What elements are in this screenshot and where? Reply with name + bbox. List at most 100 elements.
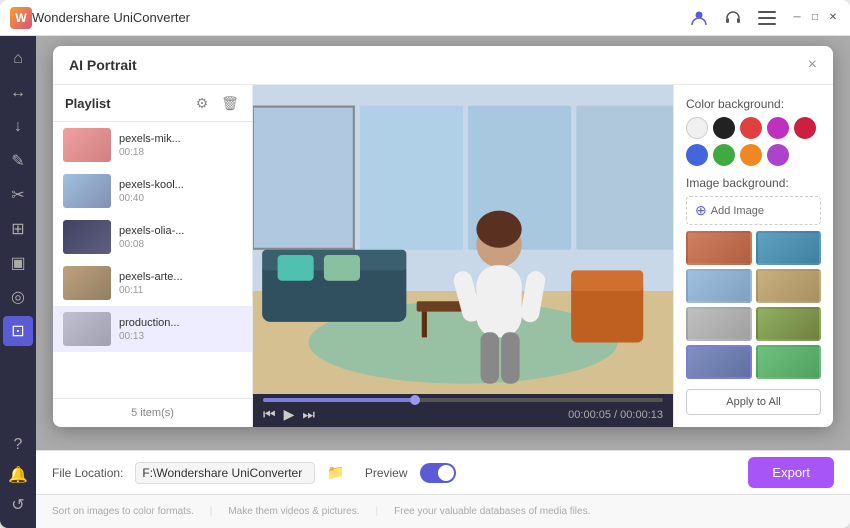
playlist-item-duration: 00:40 <box>119 193 242 204</box>
add-image-button[interactable]: ⊕ Add Image <box>686 196 821 225</box>
add-image-label: Add Image <box>711 205 764 217</box>
file-location-label: File Location: <box>52 466 123 480</box>
playlist-item-info: production... 00:13 <box>119 317 242 342</box>
color-swatch-green[interactable] <box>713 144 735 166</box>
title-bar-icons <box>686 5 780 31</box>
apply-to-all-button[interactable]: Apply to All <box>686 389 821 415</box>
video-preview <box>253 85 673 394</box>
image-bg-title: Image background: <box>686 176 821 190</box>
minimize-button[interactable]: ─ <box>790 11 804 25</box>
app-logo: W <box>10 7 32 29</box>
footer-separator-2: | <box>376 506 379 517</box>
color-swatch-blue[interactable] <box>686 144 708 166</box>
file-location-input[interactable] <box>135 462 315 484</box>
image-grid <box>686 231 821 379</box>
playlist-item-count: 5 item(s) <box>131 407 174 419</box>
playlist-actions: ⚙ 🗑 <box>192 93 240 113</box>
image-thumb[interactable] <box>686 269 752 303</box>
color-swatch-orange[interactable] <box>740 144 762 166</box>
main-layout: ⌂ ↔ ↓ ✎ ✂ ⊞ ▣ ◎ ⊡ ? 🔔 ↺ AI Portrait <box>0 36 850 528</box>
bottom-bar: File Location: 📁 Preview Export <box>36 450 850 494</box>
playlist-item[interactable]: production... 00:13 <box>53 306 252 352</box>
sidebar-item-refresh[interactable]: ↺ <box>3 490 33 520</box>
footer-item-2: Make them videos & pictures. <box>228 506 359 517</box>
export-button[interactable]: Export <box>748 457 834 488</box>
footer-item-1: Sort on images to color formats. <box>52 506 194 517</box>
sidebar-item-convert[interactable]: ↔ <box>3 78 33 108</box>
playlist-item-duration: 00:08 <box>119 239 242 250</box>
playlist-item-name: production... <box>119 317 242 329</box>
playlist-item[interactable]: pexels-kool... 00:40 <box>53 168 252 214</box>
playlist-settings-button[interactable]: ⚙ <box>192 93 212 113</box>
folder-icon[interactable]: 📁 <box>327 464 344 481</box>
headset-icon[interactable] <box>720 5 746 31</box>
playlist-header: Playlist ⚙ 🗑 <box>53 85 252 122</box>
sidebar-item-eye[interactable]: ◎ <box>3 282 33 312</box>
playlist-item-info: pexels-olia-... 00:08 <box>119 225 242 250</box>
playlist-thumb <box>63 128 111 162</box>
playlist-item-duration: 00:13 <box>119 331 242 342</box>
sidebar-item-tv[interactable]: ▣ <box>3 248 33 278</box>
color-swatch-violet[interactable] <box>767 144 789 166</box>
dialog-title: AI Portrait <box>69 57 808 73</box>
playlist-panel: Playlist ⚙ 🗑 <box>53 85 253 427</box>
sidebar-item-ai[interactable]: ⊡ <box>3 316 33 346</box>
time-display: 00:00:05 / 00:00:13 <box>568 409 663 421</box>
playlist-delete-button[interactable]: 🗑 <box>220 93 240 113</box>
close-button[interactable]: ✕ <box>826 11 840 25</box>
ai-portrait-dialog: AI Portrait × Playlist ⚙ 🗑 <box>53 46 833 427</box>
color-bg-title: Color background: <box>686 97 821 111</box>
color-swatch-purple[interactable] <box>767 117 789 139</box>
video-container <box>253 85 673 394</box>
playlist-item[interactable]: pexels-mik... 00:18 <box>53 122 252 168</box>
dialog-header: AI Portrait × <box>53 46 833 85</box>
image-thumb[interactable] <box>686 307 752 341</box>
total-time: 00:00:13 <box>620 409 663 421</box>
menu-icon[interactable] <box>754 5 780 31</box>
playlist-footer: 5 item(s) <box>53 398 252 427</box>
playlist-item-name: pexels-kool... <box>119 179 242 191</box>
app-window: W Wondershare UniConverter ─ □ ✕ ⌂ ↔ ↓ ✎ <box>0 0 850 528</box>
playlist-item[interactable]: pexels-arte... 00:11 <box>53 260 252 306</box>
playlist-title: Playlist <box>65 96 192 111</box>
color-swatch-darkred[interactable] <box>794 117 816 139</box>
image-thumb[interactable] <box>686 345 752 379</box>
playlist-item-duration: 00:18 <box>119 147 242 158</box>
sidebar-item-bell[interactable]: 🔔 <box>3 460 33 490</box>
playlist-item-info: pexels-mik... 00:18 <box>119 133 242 158</box>
dialog-close-button[interactable]: × <box>808 56 817 74</box>
content-area: AI Portrait × Playlist ⚙ 🗑 <box>36 36 850 528</box>
image-thumb[interactable] <box>756 345 822 379</box>
maximize-button[interactable]: □ <box>808 11 822 25</box>
playlist-item-name: pexels-mik... <box>119 133 242 145</box>
play-button[interactable]: ▶ <box>284 406 295 423</box>
playlist-item-name: pexels-arte... <box>119 271 242 283</box>
skip-back-button[interactable]: ⏮ <box>263 406 276 423</box>
image-thumb[interactable] <box>756 231 822 265</box>
image-thumb[interactable] <box>756 269 822 303</box>
sidebar-item-edit[interactable]: ✎ <box>3 146 33 176</box>
sidebar-item-download[interactable]: ↓ <box>3 112 33 142</box>
app-title: Wondershare UniConverter <box>32 10 686 25</box>
sidebar-item-cut[interactable]: ✂ <box>3 180 33 210</box>
preview-toggle[interactable] <box>420 463 456 483</box>
title-bar: W Wondershare UniConverter ─ □ ✕ <box>0 0 850 36</box>
user-icon[interactable] <box>686 5 712 31</box>
add-image-plus-icon: ⊕ <box>695 202 707 219</box>
image-thumb[interactable] <box>756 307 822 341</box>
color-swatch-lightgray[interactable] <box>686 117 708 139</box>
skip-forward-button[interactable]: ⏭ <box>302 406 315 423</box>
color-swatch-black[interactable] <box>713 117 735 139</box>
sidebar-item-merge[interactable]: ⊞ <box>3 214 33 244</box>
progress-bar[interactable] <box>263 398 663 402</box>
playlist-item[interactable]: pexels-olia-... 00:08 <box>53 214 252 260</box>
color-swatch-red[interactable] <box>740 117 762 139</box>
image-bg-section: Image background: ⊕ Add Image <box>686 176 821 379</box>
footer-separator-1: | <box>210 506 213 517</box>
right-panel: Color background: <box>673 85 833 427</box>
image-thumb[interactable] <box>686 231 752 265</box>
sidebar-item-help[interactable]: ? <box>3 430 33 460</box>
preview-label: Preview <box>365 466 408 480</box>
sidebar-item-home[interactable]: ⌂ <box>3 44 33 74</box>
progress-thumb <box>410 395 420 405</box>
